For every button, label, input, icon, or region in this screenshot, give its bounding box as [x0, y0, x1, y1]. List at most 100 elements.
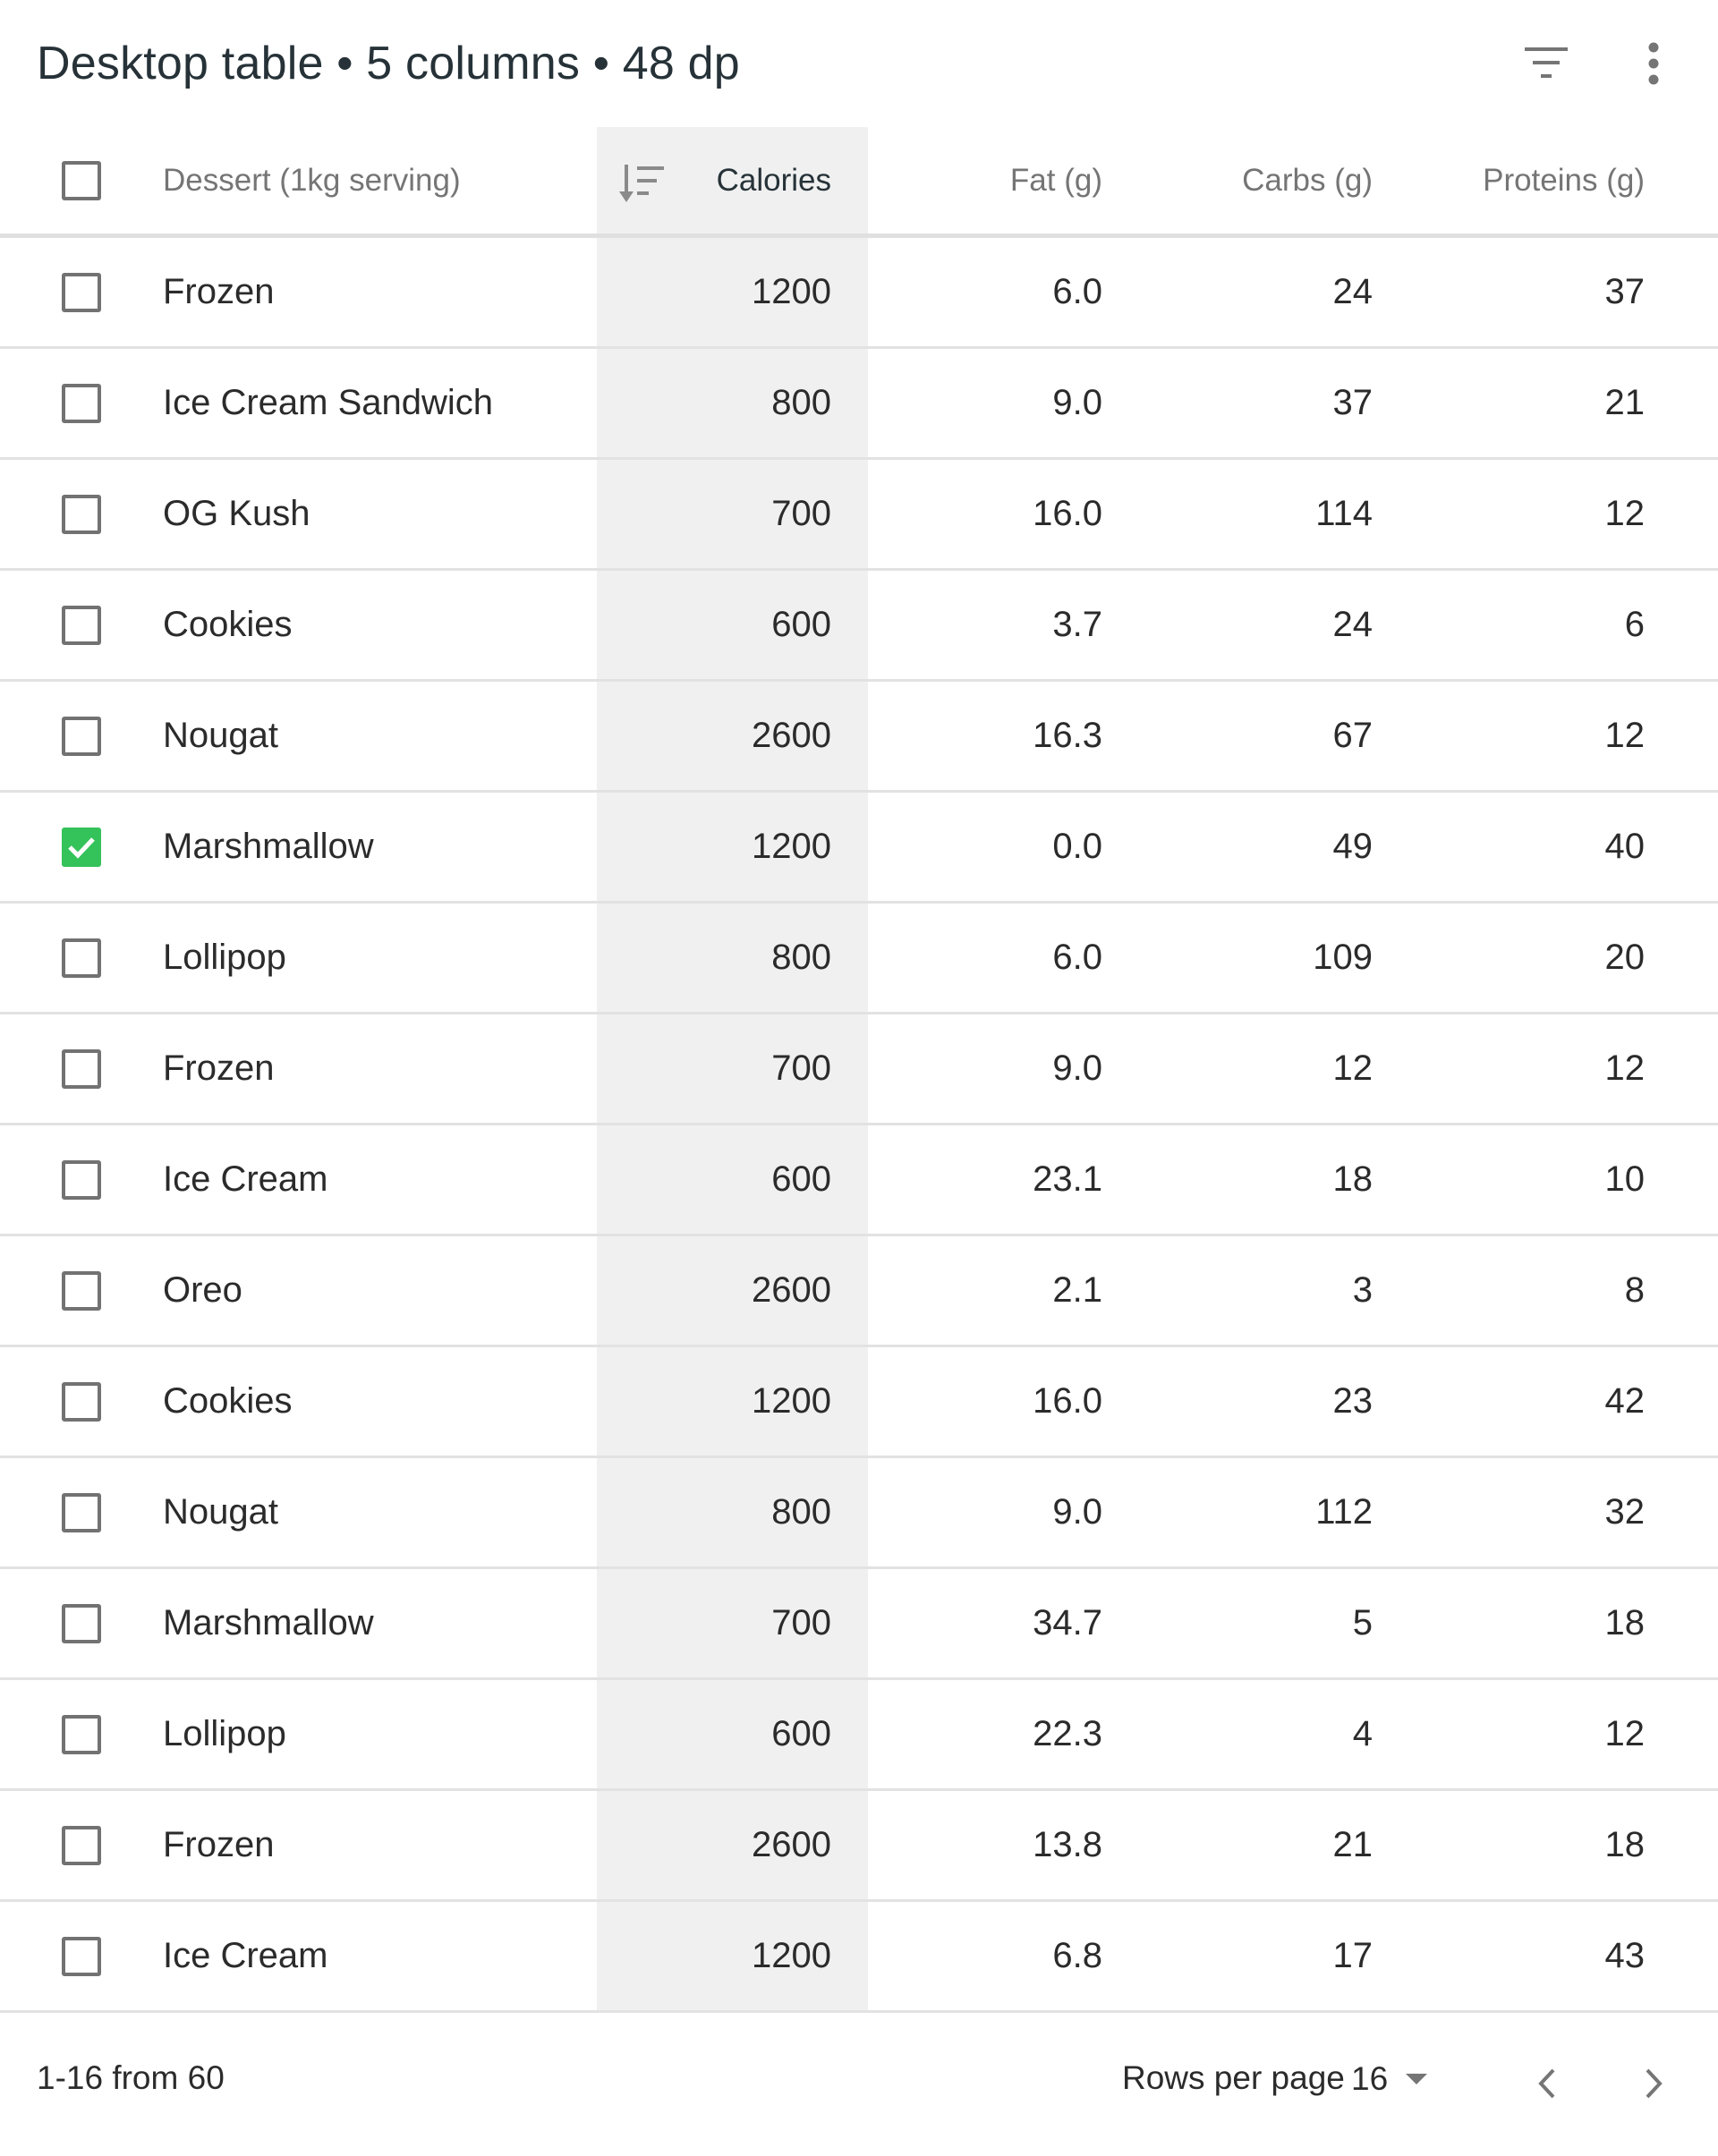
fat-cell: 6.0	[1052, 938, 1102, 977]
pagination-range: 1-16 from 60	[37, 2059, 225, 2096]
carbs-cell: 24	[1332, 605, 1374, 644]
table-row[interactable]: Frozen 1200 6.0 24 37	[0, 238, 1718, 349]
previous-page-button[interactable]	[1518, 2055, 1576, 2112]
row-checkbox[interactable]	[62, 1825, 101, 1865]
table-row[interactable]: Cookies 600 3.7 24 6	[0, 571, 1718, 682]
row-select-cell	[54, 1458, 109, 1566]
more-vert-icon	[1648, 42, 1659, 85]
row-select-cell	[54, 1569, 109, 1677]
table-row[interactable]: Lollipop 800 6.0 109 20	[0, 904, 1718, 1014]
dessert-name-cell: Lollipop	[163, 1714, 286, 1753]
table-row[interactable]: Lollipop 600 22.3 4 12	[0, 1680, 1718, 1791]
calories-cell: 1200	[752, 827, 831, 866]
row-select-cell	[54, 793, 109, 901]
carbs-cell: 112	[1315, 1492, 1373, 1532]
calories-cell: 800	[771, 383, 831, 422]
fat-cell: 16.0	[1033, 494, 1102, 533]
column-header-fat[interactable]: Fat (g)	[868, 127, 1102, 233]
fat-cell: 6.0	[1052, 272, 1102, 311]
table-row[interactable]: Oreo 2600 2.1 3 8	[0, 1236, 1718, 1347]
data-table: Dessert (1kg serving) Calories Fat (g) C…	[0, 127, 1718, 2013]
proteins-cell: 12	[1604, 716, 1646, 755]
row-select-cell	[54, 1680, 109, 1788]
calories-cell: 600	[771, 1159, 831, 1199]
row-checkbox[interactable]	[62, 272, 101, 312]
table-toolbar: Desktop table • 5 columns • 48 dp	[0, 0, 1718, 127]
proteins-cell: 43	[1604, 1936, 1646, 1975]
dessert-name-cell: Cookies	[163, 605, 293, 644]
row-checkbox[interactable]	[62, 938, 101, 978]
table-row[interactable]: Marshmallow 700 34.7 5 18	[0, 1569, 1718, 1680]
row-checkbox[interactable]	[62, 1381, 101, 1422]
row-checkbox[interactable]	[62, 1048, 101, 1089]
column-header-calories[interactable]: Calories	[597, 127, 831, 233]
dessert-name-cell: Lollipop	[163, 938, 286, 977]
page-title: Desktop table • 5 columns • 48 dp	[37, 38, 740, 89]
table-row[interactable]: Ice Cream 600 23.1 18 10	[0, 1125, 1718, 1236]
row-checkbox[interactable]	[62, 1270, 101, 1311]
row-checkbox[interactable]	[62, 605, 101, 645]
row-checkbox[interactable]	[62, 1714, 101, 1754]
table-row[interactable]: Nougat 2600 16.3 67 12	[0, 682, 1718, 793]
dessert-name-cell: Nougat	[163, 1492, 278, 1532]
calories-cell: 2600	[752, 1270, 831, 1310]
dessert-name-cell: OG Kush	[163, 494, 310, 533]
table-row[interactable]: Cookies 1200 16.0 23 42	[0, 1347, 1718, 1458]
calories-cell: 1200	[752, 1936, 831, 1975]
rows-per-page-select[interactable]: 16	[1351, 2048, 1441, 2110]
row-checkbox[interactable]	[62, 383, 101, 423]
row-checkbox[interactable]	[62, 1159, 101, 1200]
calories-cell: 700	[771, 1048, 831, 1088]
column-header-proteins[interactable]: Proteins (g)	[1373, 127, 1645, 233]
column-header-label: Fat (g)	[1009, 162, 1102, 198]
table-row[interactable]: Frozen 2600 13.8 21 18	[0, 1791, 1718, 1902]
proteins-cell: 21	[1604, 383, 1646, 422]
column-header-label: Proteins (g)	[1483, 162, 1645, 198]
proteins-cell: 42	[1604, 1381, 1646, 1421]
next-page-button[interactable]	[1625, 2055, 1682, 2112]
select-all-cell	[54, 127, 109, 233]
fat-cell: 2.1	[1052, 1270, 1102, 1310]
filter-button[interactable]	[1510, 28, 1582, 99]
fat-cell: 0.0	[1052, 827, 1102, 866]
carbs-cell: 4	[1352, 1714, 1373, 1753]
row-checkbox[interactable]	[62, 827, 101, 867]
fat-cell: 16.3	[1033, 716, 1102, 755]
row-checkbox[interactable]	[62, 716, 101, 756]
carbs-cell: 18	[1332, 1159, 1374, 1199]
row-checkbox[interactable]	[62, 1603, 101, 1643]
column-header-label: Carbs (g)	[1242, 162, 1373, 198]
proteins-cell: 12	[1604, 1048, 1646, 1088]
table-row[interactable]: Frozen 700 9.0 12 12	[0, 1014, 1718, 1125]
select-all-checkbox[interactable]	[62, 160, 101, 200]
carbs-cell: 12	[1332, 1048, 1374, 1088]
carbs-cell: 23	[1332, 1381, 1374, 1421]
table-row[interactable]: OG Kush 700 16.0 114 12	[0, 460, 1718, 571]
column-header-carbs[interactable]: Carbs (g)	[1102, 127, 1373, 233]
proteins-cell: 6	[1624, 605, 1645, 644]
row-checkbox[interactable]	[62, 1492, 101, 1532]
table-pagination: 1-16 from 60 Rows per page 16	[0, 2010, 1718, 2156]
proteins-cell: 10	[1604, 1159, 1646, 1199]
row-select-cell	[54, 1014, 109, 1123]
row-select-cell	[54, 682, 109, 790]
row-checkbox[interactable]	[62, 1936, 101, 1976]
table-row[interactable]: Nougat 800 9.0 112 32	[0, 1458, 1718, 1569]
more-options-button[interactable]	[1618, 28, 1689, 99]
table-row[interactable]: Marshmallow 1200 0.0 49 40	[0, 793, 1718, 904]
calories-cell: 800	[771, 1492, 831, 1532]
row-checkbox[interactable]	[62, 494, 101, 534]
column-header-dessert[interactable]: Dessert (1kg serving)	[163, 127, 592, 233]
dessert-name-cell: Frozen	[163, 1048, 275, 1088]
table-row[interactable]: Ice Cream Sandwich 800 9.0 37 21	[0, 349, 1718, 460]
table-row[interactable]: Ice Cream 1200 6.8 17 43	[0, 1902, 1718, 2013]
carbs-cell: 5	[1352, 1603, 1373, 1642]
carbs-cell: 24	[1332, 272, 1374, 311]
row-select-cell	[54, 1902, 109, 2010]
calories-cell: 700	[771, 1603, 831, 1642]
proteins-cell: 37	[1604, 272, 1646, 311]
arrow-drop-down-icon	[1406, 2074, 1428, 2084]
calories-cell: 1200	[752, 272, 831, 311]
row-select-cell	[54, 349, 109, 457]
proteins-cell: 12	[1604, 494, 1646, 533]
